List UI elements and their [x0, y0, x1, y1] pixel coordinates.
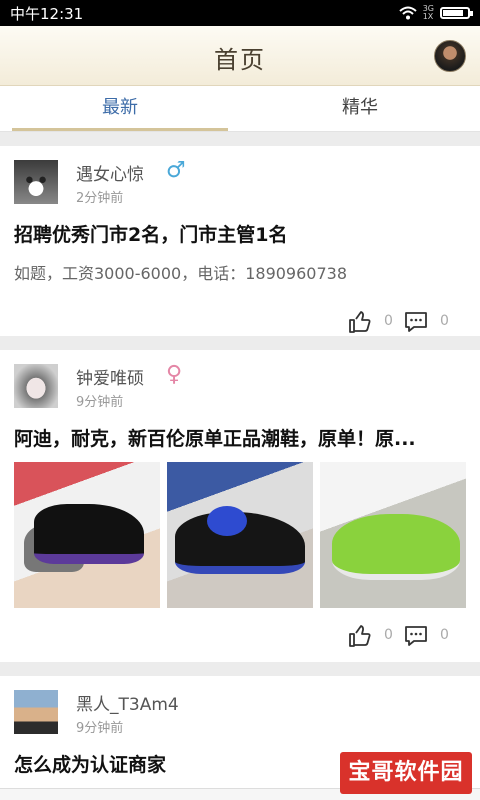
author-name[interactable]: 黑人_T3Am4	[76, 690, 179, 715]
author-avatar[interactable]	[14, 160, 58, 204]
post-title[interactable]: 招聘优秀门市2名，门市主管1名	[14, 220, 466, 247]
tab-bar: 最新 精华	[0, 86, 480, 132]
thumbs-up-icon[interactable]	[348, 624, 372, 648]
sneaker-photo[interactable]	[167, 462, 313, 608]
post-title[interactable]: 阿迪，耐克，新百伦原单正品潮鞋，原单！原...	[14, 424, 466, 451]
status-bar: 中午12:31 3G 1X	[0, 0, 480, 26]
shoe-image	[332, 514, 460, 580]
clock: 中午12:31	[10, 4, 84, 23]
like-count: 0	[384, 627, 393, 643]
post-time: 2分钟前	[76, 191, 124, 206]
comment-count: 0	[440, 627, 449, 643]
post-time: 9分钟前	[76, 721, 124, 736]
status-icons: 3G 1X	[399, 4, 473, 21]
male-icon: ♂	[166, 158, 186, 183]
thumbs-up-icon[interactable]	[348, 310, 372, 334]
tab-latest[interactable]: 最新	[0, 86, 240, 132]
author-name[interactable]: 钟爱唯硕	[76, 364, 144, 389]
author-avatar[interactable]	[14, 364, 58, 408]
active-tab-indicator	[12, 128, 228, 131]
author-name[interactable]: 遇女心惊	[76, 160, 144, 185]
comment-icon[interactable]	[404, 624, 428, 648]
post-card[interactable]: 钟爱唯硕 ♀ 9分钟前 阿迪，耐克，新百伦原单正品潮鞋，原单！原... 0 0	[0, 350, 480, 662]
post-actions: 0 0	[348, 310, 468, 334]
shoe-image	[34, 504, 144, 564]
shoe-image	[207, 506, 247, 536]
comment-count: 0	[440, 313, 449, 329]
battery-level	[443, 10, 463, 16]
author-avatar[interactable]	[14, 690, 58, 734]
comment-icon[interactable]	[404, 310, 428, 334]
sneaker-photo[interactable]	[320, 462, 466, 608]
like-count: 0	[384, 313, 393, 329]
post-time: 9分钟前	[76, 395, 124, 410]
post-body: 如题，工资3000-6000，电话：1890960738	[14, 264, 348, 283]
photo-grid	[14, 462, 466, 608]
app-header: 首页	[0, 26, 480, 86]
watermark: 宝哥软件园	[340, 752, 472, 794]
tab-featured[interactable]: 精华	[240, 86, 480, 132]
sneaker-photo[interactable]	[14, 462, 160, 608]
wifi-icon	[399, 6, 417, 20]
post-card[interactable]: 遇女心惊 ♂ 2分钟前 招聘优秀门市2名，门市主管1名 如题，工资3000-60…	[0, 146, 480, 336]
post-actions: 0 0	[348, 624, 468, 648]
female-icon: ♀	[166, 362, 183, 387]
battery-icon	[440, 7, 473, 19]
network-type: 3G 1X	[422, 4, 434, 21]
page-title: 首页	[214, 46, 266, 74]
user-avatar[interactable]	[434, 40, 466, 72]
